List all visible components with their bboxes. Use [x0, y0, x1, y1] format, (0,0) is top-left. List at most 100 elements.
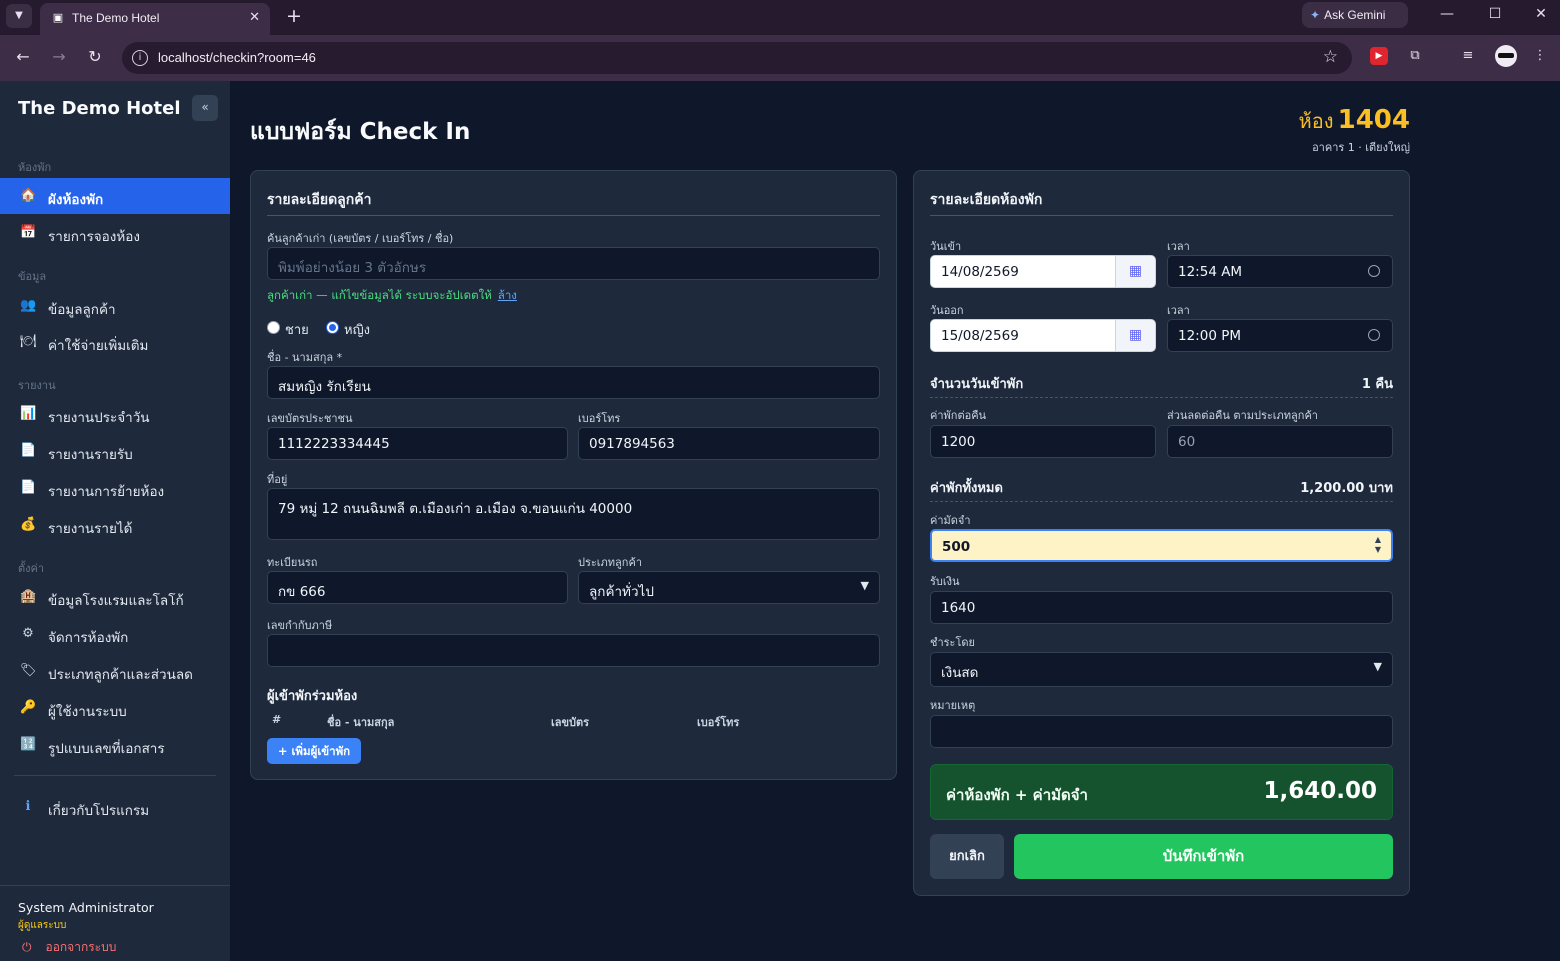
- add-guest-button[interactable]: + เพิ่มผู้เข้าพัก: [267, 738, 361, 764]
- main-content: แบบฟอร์ม Check In ห้อง 1404 อาคาร 1 · เต…: [230, 81, 1560, 961]
- gender-female-label[interactable]: หญิง: [344, 319, 370, 340]
- sidebar-item-users[interactable]: 🔑 ผู้ใช้งานระบบ: [0, 690, 230, 726]
- gender-female-radio[interactable]: [326, 321, 339, 334]
- sidebar-item-customer-types[interactable]: 🏷 ประเภทลูกค้าและส่วนลด: [0, 653, 230, 689]
- tax-id-label: เลขกำกับภาษี: [267, 619, 333, 632]
- note-input[interactable]: [930, 715, 1393, 748]
- site-info-icon[interactable]: i: [132, 50, 148, 66]
- sidebar-divider: [14, 775, 216, 776]
- sidebar-item-label: ข้อมูลโรงแรมและโลโก้: [48, 593, 184, 609]
- url-text[interactable]: localhost/checkin?room=46: [158, 50, 316, 65]
- phone-input[interactable]: 0917894563: [578, 427, 880, 460]
- media-control-icon[interactable]: ≡: [1459, 47, 1477, 65]
- number-stepper-icon[interactable]: ▲ ▼: [1375, 535, 1381, 555]
- key-icon: 🔑: [20, 700, 37, 715]
- tax-id-input[interactable]: [267, 634, 880, 667]
- search-label: ค้นลูกค้าเก่า (เลขบัตร / เบอร์โทร / ชื่อ…: [267, 232, 454, 245]
- users-icon: 👥: [20, 298, 37, 313]
- checkin-time-value: 12:54 AM: [1178, 264, 1243, 280]
- bookmark-star-icon[interactable]: ☆: [1323, 47, 1338, 67]
- gender-male-radio[interactable]: [267, 321, 280, 334]
- address-bar[interactable]: i localhost/checkin?room=46 ☆: [122, 42, 1352, 74]
- returning-customer-hint: ลูกค้าเก่า — แก้ไขข้อมูลได้ ระบบจะอัปเดต…: [267, 287, 517, 305]
- sidebar-item-hotel-info[interactable]: 🏨 ข้อมูลโรงแรมและโลโก้: [0, 579, 230, 615]
- ask-gemini-button[interactable]: ✦ Ask Gemini: [1302, 2, 1408, 28]
- full-name-input[interactable]: สมหญิง รักเรียน: [267, 366, 880, 399]
- calendar-icon[interactable]: ▦: [1115, 319, 1156, 352]
- grand-total-label: ค่าห้องพัก + ค่ามัดจำ: [946, 786, 1088, 804]
- room-details-card: รายละเอียดห้องพัก วันเข้า 14/08/2569 ▦ เ…: [913, 170, 1410, 896]
- sidebar-item-label: จัดการห้องพัก: [48, 630, 129, 646]
- sidebar-item-document-numbers[interactable]: 🔢 รูปแบบเลขที่เอกสาร: [0, 727, 230, 763]
- browser-tab[interactable]: ▣ The Demo Hotel ✕: [40, 3, 270, 35]
- checkin-date-input[interactable]: 14/08/2569: [930, 255, 1116, 288]
- collapse-sidebar-button[interactable]: «: [192, 95, 218, 121]
- calendar-icon: 📅: [20, 225, 37, 240]
- checkin-time-input[interactable]: 12:54 AM: [1167, 255, 1393, 288]
- sidebar-item-bookings[interactable]: 📅 รายการจองห้อง: [0, 215, 230, 251]
- checkout-time-value: 12:00 PM: [1178, 328, 1241, 344]
- profile-avatar[interactable]: [1495, 45, 1517, 67]
- tab-close-icon[interactable]: ✕: [249, 10, 260, 25]
- minimize-icon[interactable]: —: [1437, 6, 1457, 22]
- co-guest-col-phone: เบอร์โทร: [697, 716, 740, 729]
- sidebar-item-label: รายงานรายรับ: [48, 447, 133, 463]
- sidebar-item-income-report[interactable]: 💰 รายงานรายได้: [0, 507, 230, 543]
- chevron-down-icon: ▼: [860, 579, 869, 592]
- nights-label: จำนวนวันเข้าพัก: [930, 377, 1024, 392]
- ask-gemini-label: Ask Gemini: [1324, 8, 1386, 22]
- sidebar-item-about[interactable]: ℹ เกี่ยวกับโปรแกรม: [0, 789, 230, 825]
- browser-menu-icon[interactable]: ⋮: [1531, 47, 1549, 65]
- save-checkin-button[interactable]: บันทึกเข้าพัก: [1014, 834, 1393, 879]
- customer-search-input[interactable]: พิมพ์อย่างน้อย 3 ตัวอักษร: [267, 247, 880, 280]
- clock-icon[interactable]: [1368, 329, 1380, 341]
- sidebar-item-extra-charges[interactable]: 🍽 ค่าใช้จ่ายเพิ่มเติม: [0, 324, 230, 360]
- sidebar-item-label: ข้อมูลลูกค้า: [48, 302, 116, 318]
- note-label: หมายเหตุ: [930, 699, 976, 712]
- dashed-divider: [930, 501, 1393, 502]
- checkout-date-input[interactable]: 15/08/2569: [930, 319, 1116, 352]
- browser-toolbar: ← → ↻ i localhost/checkin?room=46 ☆ ▶ ⧉ …: [0, 35, 1560, 81]
- id-card-input[interactable]: 1112223334445: [267, 427, 568, 460]
- extensions-puzzle-icon[interactable]: ⧉: [1406, 47, 1424, 65]
- window-close-icon[interactable]: ✕: [1531, 6, 1551, 22]
- calendar-icon[interactable]: ▦: [1115, 255, 1156, 288]
- address-textarea[interactable]: 79 หมู่ 12 ถนนฉิมพลี ต.เมืองเก่า อ.เมือง…: [267, 488, 880, 540]
- logout-label: ออกจากระบบ: [45, 940, 117, 954]
- received-amount-input[interactable]: 1640: [930, 591, 1393, 624]
- maximize-icon[interactable]: ☐: [1485, 6, 1505, 22]
- logout-link[interactable]: ⏻ ออกจากระบบ: [22, 938, 116, 957]
- nightly-rate-input[interactable]: 1200: [930, 425, 1156, 458]
- cancel-button[interactable]: ยกเลิก: [930, 834, 1004, 879]
- clock-icon[interactable]: [1368, 265, 1380, 277]
- payment-method-select[interactable]: เงินสด ▼: [930, 652, 1393, 687]
- sidebar-item-room-move-report[interactable]: 📄 รายงานการย้ายห้อง: [0, 470, 230, 506]
- deposit-input[interactable]: 500 ▲ ▼: [930, 529, 1393, 562]
- plate-label: ทะเบียนรถ: [267, 556, 318, 569]
- hotel-favicon-icon: ▣: [52, 11, 64, 24]
- gender-male-label[interactable]: ชาย: [285, 319, 309, 340]
- license-plate-input[interactable]: กข 666: [267, 571, 568, 604]
- customer-type-select[interactable]: ลูกค้าทั่วไป ▼: [578, 571, 880, 604]
- co-guest-col-name: ชื่อ - นามสกุล: [327, 716, 395, 729]
- checkout-time-input[interactable]: 12:00 PM: [1167, 319, 1393, 352]
- forward-arrow-icon[interactable]: →: [48, 47, 70, 66]
- reload-icon[interactable]: ↻: [84, 47, 106, 66]
- sidebar-item-label: รายงานรายได้: [48, 521, 133, 537]
- grand-total-box: ค่าห้องพัก + ค่ามัดจำ 1,640.00: [930, 764, 1393, 820]
- clear-link[interactable]: ล้าง: [498, 288, 517, 302]
- sidebar-item-receipts-report[interactable]: 📄 รายงานรายรับ: [0, 433, 230, 469]
- sidebar-item-customers[interactable]: 👥 ข้อมูลลูกค้า: [0, 288, 230, 324]
- sidebar-item-manage-rooms[interactable]: ⚙ จัดการห้องพัก: [0, 616, 230, 652]
- sidebar-item-daily-report[interactable]: 📊 รายงานประจำวัน: [0, 396, 230, 432]
- sidebar-item-room-map[interactable]: 🏠 ผังห้องพัก: [0, 178, 230, 214]
- checkin-date-label: วันเข้า: [930, 240, 962, 253]
- dashed-divider: [930, 397, 1393, 398]
- nightly-discount-input[interactable]: 60: [1167, 425, 1393, 458]
- extension-red-icon[interactable]: ▶: [1370, 47, 1388, 65]
- back-arrow-icon[interactable]: ←: [12, 47, 34, 66]
- tab-search-chevron-icon[interactable]: ▼: [6, 4, 32, 28]
- sidebar-item-label: เกี่ยวกับโปรแกรม: [48, 803, 150, 819]
- new-tab-icon[interactable]: +: [284, 5, 304, 27]
- numbers-icon: 🔢: [20, 737, 37, 752]
